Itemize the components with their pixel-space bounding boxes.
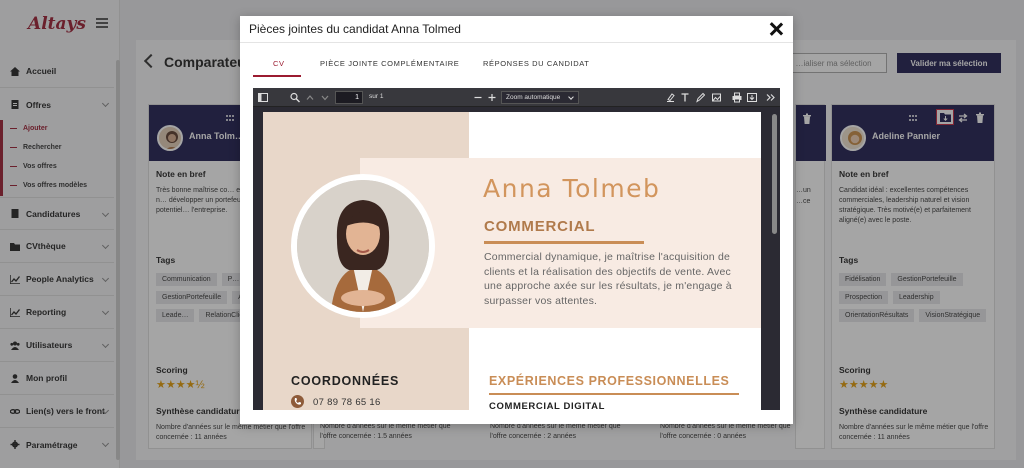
save-icon[interactable]: [747, 92, 757, 103]
cv-phone: 07 89 78 65 16: [313, 397, 381, 408]
zoom-select[interactable]: Zoom automatique: [501, 91, 579, 104]
chevron-up-icon[interactable]: [306, 92, 314, 103]
zoom-in-icon[interactable]: [488, 92, 496, 103]
cv-divider: [489, 393, 739, 395]
draw-icon[interactable]: [696, 92, 705, 103]
text-icon[interactable]: [681, 92, 689, 103]
cv-candidate-name: Anna Tolmeb: [483, 174, 661, 203]
attachments-modal: Pièces jointes du candidat Anna Tolmed C…: [240, 16, 793, 424]
close-icon[interactable]: [769, 22, 783, 36]
cv-divider: [484, 241, 644, 244]
sidebar-toggle-icon[interactable]: [258, 92, 268, 103]
modal-title: Pièces jointes du candidat Anna Tolmed: [249, 22, 461, 36]
tab-cv[interactable]: CV: [273, 59, 285, 68]
pdf-viewer: 1 sur 1 Zoom automatique Anna Tolmeb COM…: [253, 88, 780, 410]
cv-job-title: COMMERCIAL: [484, 218, 596, 235]
zoom-out-icon[interactable]: [474, 92, 482, 103]
active-tab-indicator: [253, 75, 301, 77]
tab-piece-jointe[interactable]: PIÈCE JOINTE COMPLÉMENTAIRE: [320, 59, 459, 68]
highlight-icon[interactable]: [666, 92, 675, 103]
print-icon[interactable]: [732, 92, 742, 103]
pdf-toolbar: 1 sur 1 Zoom automatique: [253, 88, 780, 107]
phone-icon: [291, 395, 304, 408]
cv-experience-title: EXPÉRIENCES PROFESSIONNELLES: [489, 374, 730, 388]
cv-summary: Commercial dynamique, je maîtrise l'acqu…: [484, 251, 732, 307]
cv-contact-title: COORDONNÉES: [291, 374, 400, 388]
page-number-input[interactable]: 1: [335, 91, 363, 104]
pdf-scrollbar[interactable]: [772, 108, 777, 408]
search-icon[interactable]: [290, 92, 300, 103]
cv-page: Anna Tolmeb COMMERCIAL Commercial dynami…: [263, 112, 761, 410]
tab-reponses[interactable]: RÉPONSES DU CANDIDAT: [483, 59, 589, 68]
page-count: sur 1: [369, 93, 384, 100]
cv-job-entry: COMMERCIAL DIGITAL: [489, 401, 605, 410]
chevron-down-icon[interactable]: [321, 92, 329, 103]
image-icon[interactable]: [712, 92, 721, 103]
candidate-photo: [297, 180, 429, 312]
more-tools-icon[interactable]: [766, 92, 775, 103]
divider: [240, 42, 793, 43]
